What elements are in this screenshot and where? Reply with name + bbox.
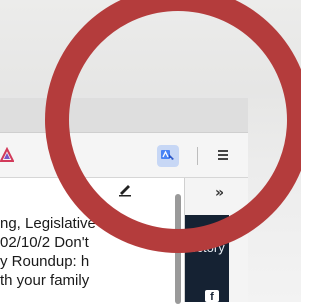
text-line-3: y Roundup: h — [0, 253, 90, 270]
directory-panel — [185, 215, 229, 302]
browser-toolbar — [0, 133, 248, 178]
google-translate-icon[interactable] — [157, 145, 179, 167]
directory-label: rectory — [185, 240, 225, 255]
pencil-icon[interactable] — [117, 181, 133, 197]
toolbar-separator — [197, 147, 198, 165]
facebook-icon[interactable]: f — [205, 290, 219, 303]
text-line-4: th your family — [0, 272, 90, 289]
text-line-2: 02/10/2 Don't — [0, 234, 89, 251]
text-line-1: ng, Legislative — [0, 215, 96, 232]
panel-text: ng, Legislative 02/10/2 Don't y Roundup:… — [0, 214, 178, 290]
extension-triangle-icon[interactable] — [0, 146, 15, 163]
menu-icon[interactable] — [217, 150, 229, 162]
chevron-icon[interactable]: » — [215, 185, 224, 201]
browser-tab-strip — [0, 98, 248, 133]
scrollbar-thumb[interactable] — [175, 194, 181, 304]
